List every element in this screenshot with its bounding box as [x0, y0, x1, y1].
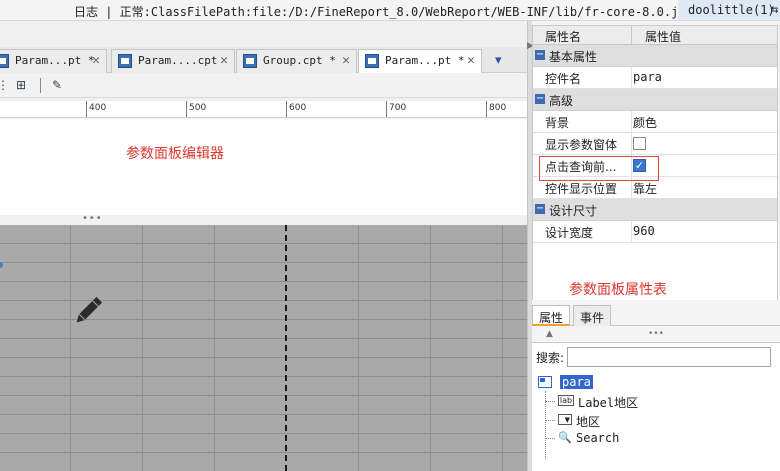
- close-tab-icon[interactable]: ✕: [92, 53, 100, 68]
- close-tab-icon[interactable]: ✕: [467, 53, 475, 68]
- property-tab-bar: 属性 事件: [532, 304, 780, 326]
- header-name: 属性名: [545, 30, 582, 44]
- ruler-label: 700: [389, 103, 407, 113]
- property-name: 显示参数窗体: [545, 138, 618, 152]
- property-name: 背景: [545, 116, 570, 130]
- log-status-text: 日志 | 正常:ClassFilePath:file:/D:/FineRepor…: [74, 5, 780, 19]
- collapse-icon[interactable]: −: [535, 204, 545, 214]
- report-file-icon: [243, 54, 257, 68]
- collapse-icon[interactable]: −: [535, 94, 545, 104]
- ruler-label: 800: [489, 103, 507, 113]
- search-label: 搜索:: [536, 351, 565, 365]
- property-name: 设计宽度: [545, 226, 594, 240]
- property-row[interactable]: 设计宽度 960: [533, 221, 777, 243]
- report-file-icon: [0, 54, 9, 68]
- tab-events[interactable]: 事件: [573, 305, 612, 326]
- tab-list-icon[interactable]: ▾: [495, 53, 502, 68]
- switch-arrow-icon[interactable]: ⇆: [771, 2, 778, 16]
- tree-node-search[interactable]: 🔍 Search: [558, 431, 678, 447]
- horizontal-ruler: 400 500 600 700 800: [0, 101, 527, 118]
- tree-node-label: Search: [576, 431, 620, 445]
- group-label: 基本属性: [549, 50, 598, 64]
- group-label: 高级: [549, 94, 574, 108]
- ruler-label: 500: [189, 103, 207, 113]
- tab-group[interactable]: Group.cpt * ✕: [236, 49, 357, 73]
- header-value: 属性值: [645, 30, 682, 44]
- property-name: 控件显示位置: [545, 182, 618, 196]
- tree-node-label: 地区: [576, 415, 601, 429]
- search-icon: 🔍: [558, 431, 572, 444]
- collapse-icon[interactable]: −: [535, 50, 545, 60]
- label-widget-icon: lab: [558, 395, 574, 406]
- property-pane: 属性名 属性值 − 基本属性 控件名 para − 高级 背景 颜色 显示参数窗…: [532, 21, 780, 471]
- property-value[interactable]: para: [633, 70, 662, 84]
- tab-param-1[interactable]: Param...pt * ✕: [0, 49, 107, 73]
- property-value[interactable]: 靠左: [633, 180, 657, 197]
- ruler-label: 400: [89, 103, 107, 113]
- report-file-icon: [365, 54, 379, 68]
- close-tab-icon[interactable]: ✕: [342, 53, 350, 68]
- tree-node-root[interactable]: para: [538, 375, 618, 391]
- highlight-box: [539, 156, 659, 181]
- tab-param-2[interactable]: Param....cpt ✕: [111, 49, 235, 73]
- show-param-window-checkbox[interactable]: [633, 137, 646, 150]
- status-bar: 日志 | 正常:ClassFilePath:file:/D:/FineRepor…: [0, 0, 780, 21]
- right-splitter[interactable]: ▲ •••: [532, 329, 780, 341]
- group-design-size[interactable]: − 设计尺寸: [533, 199, 777, 221]
- group-label: 设计尺寸: [549, 204, 598, 218]
- pencil-icon: [76, 296, 103, 323]
- page-break-line: [285, 225, 287, 471]
- user-name: doolittle(1): [688, 3, 775, 17]
- report-grid[interactable]: [0, 225, 527, 471]
- property-row[interactable]: 控件名 para: [533, 67, 777, 89]
- group-basic[interactable]: − 基本属性: [533, 45, 777, 67]
- property-name: 控件名: [545, 72, 582, 86]
- tab-param-active[interactable]: Param...pt * ✕: [358, 49, 482, 73]
- group-advanced[interactable]: − 高级: [533, 89, 777, 111]
- report-file-icon: [118, 54, 132, 68]
- toolbar: ⋮ ⊞ ✎: [0, 73, 527, 98]
- edit-icon[interactable]: ✎: [48, 77, 66, 93]
- form-icon: [538, 376, 552, 388]
- tab-label: Param...pt *: [385, 54, 465, 67]
- property-row[interactable]: 背景 颜色: [533, 111, 777, 133]
- combobox-icon: ▼: [558, 414, 572, 425]
- property-table: − 基本属性 控件名 para − 高级 背景 颜色 显示参数窗体 点击查询前.…: [532, 45, 778, 300]
- tree-node-combobox[interactable]: ▼ 地区: [558, 413, 678, 429]
- tree-node-label-widget[interactable]: lab Label地区: [558, 394, 678, 410]
- ruler-label: 600: [289, 103, 307, 113]
- tree-layout-icon[interactable]: ⊞: [12, 77, 30, 93]
- layout-icon[interactable]: ⋮: [0, 77, 12, 93]
- widget-tree-panel: 搜索: para lab Label地区 ▼ 地区 🔍 Search: [532, 342, 780, 471]
- property-table-annotation: 参数面板属性表: [569, 282, 667, 298]
- property-table-header: 属性名 属性值: [532, 25, 778, 45]
- property-value[interactable]: 960: [633, 224, 655, 238]
- tree-node-label: para: [560, 375, 593, 389]
- tree-node-label: Label地区: [578, 396, 639, 410]
- search-input[interactable]: [567, 347, 771, 367]
- tab-label: Param...pt *: [15, 54, 95, 67]
- tab-label: Param....cpt: [138, 54, 218, 67]
- parameter-panel-annotation: 参数面板编辑器: [126, 146, 224, 162]
- file-tab-bar: Param...pt * ✕ Param....cpt ✕ Group.cpt …: [0, 47, 527, 73]
- property-value[interactable]: 颜色: [633, 114, 657, 131]
- toolbar-divider: [40, 78, 41, 93]
- property-row[interactable]: 显示参数窗体: [533, 133, 777, 155]
- tab-properties[interactable]: 属性: [532, 305, 571, 326]
- parameter-panel-canvas[interactable]: 参数面板编辑器: [0, 119, 527, 215]
- user-indicator[interactable]: doolittle(1) ⇆: [678, 0, 780, 20]
- close-tab-icon[interactable]: ✕: [220, 53, 228, 68]
- tab-label: Group.cpt *: [263, 54, 336, 67]
